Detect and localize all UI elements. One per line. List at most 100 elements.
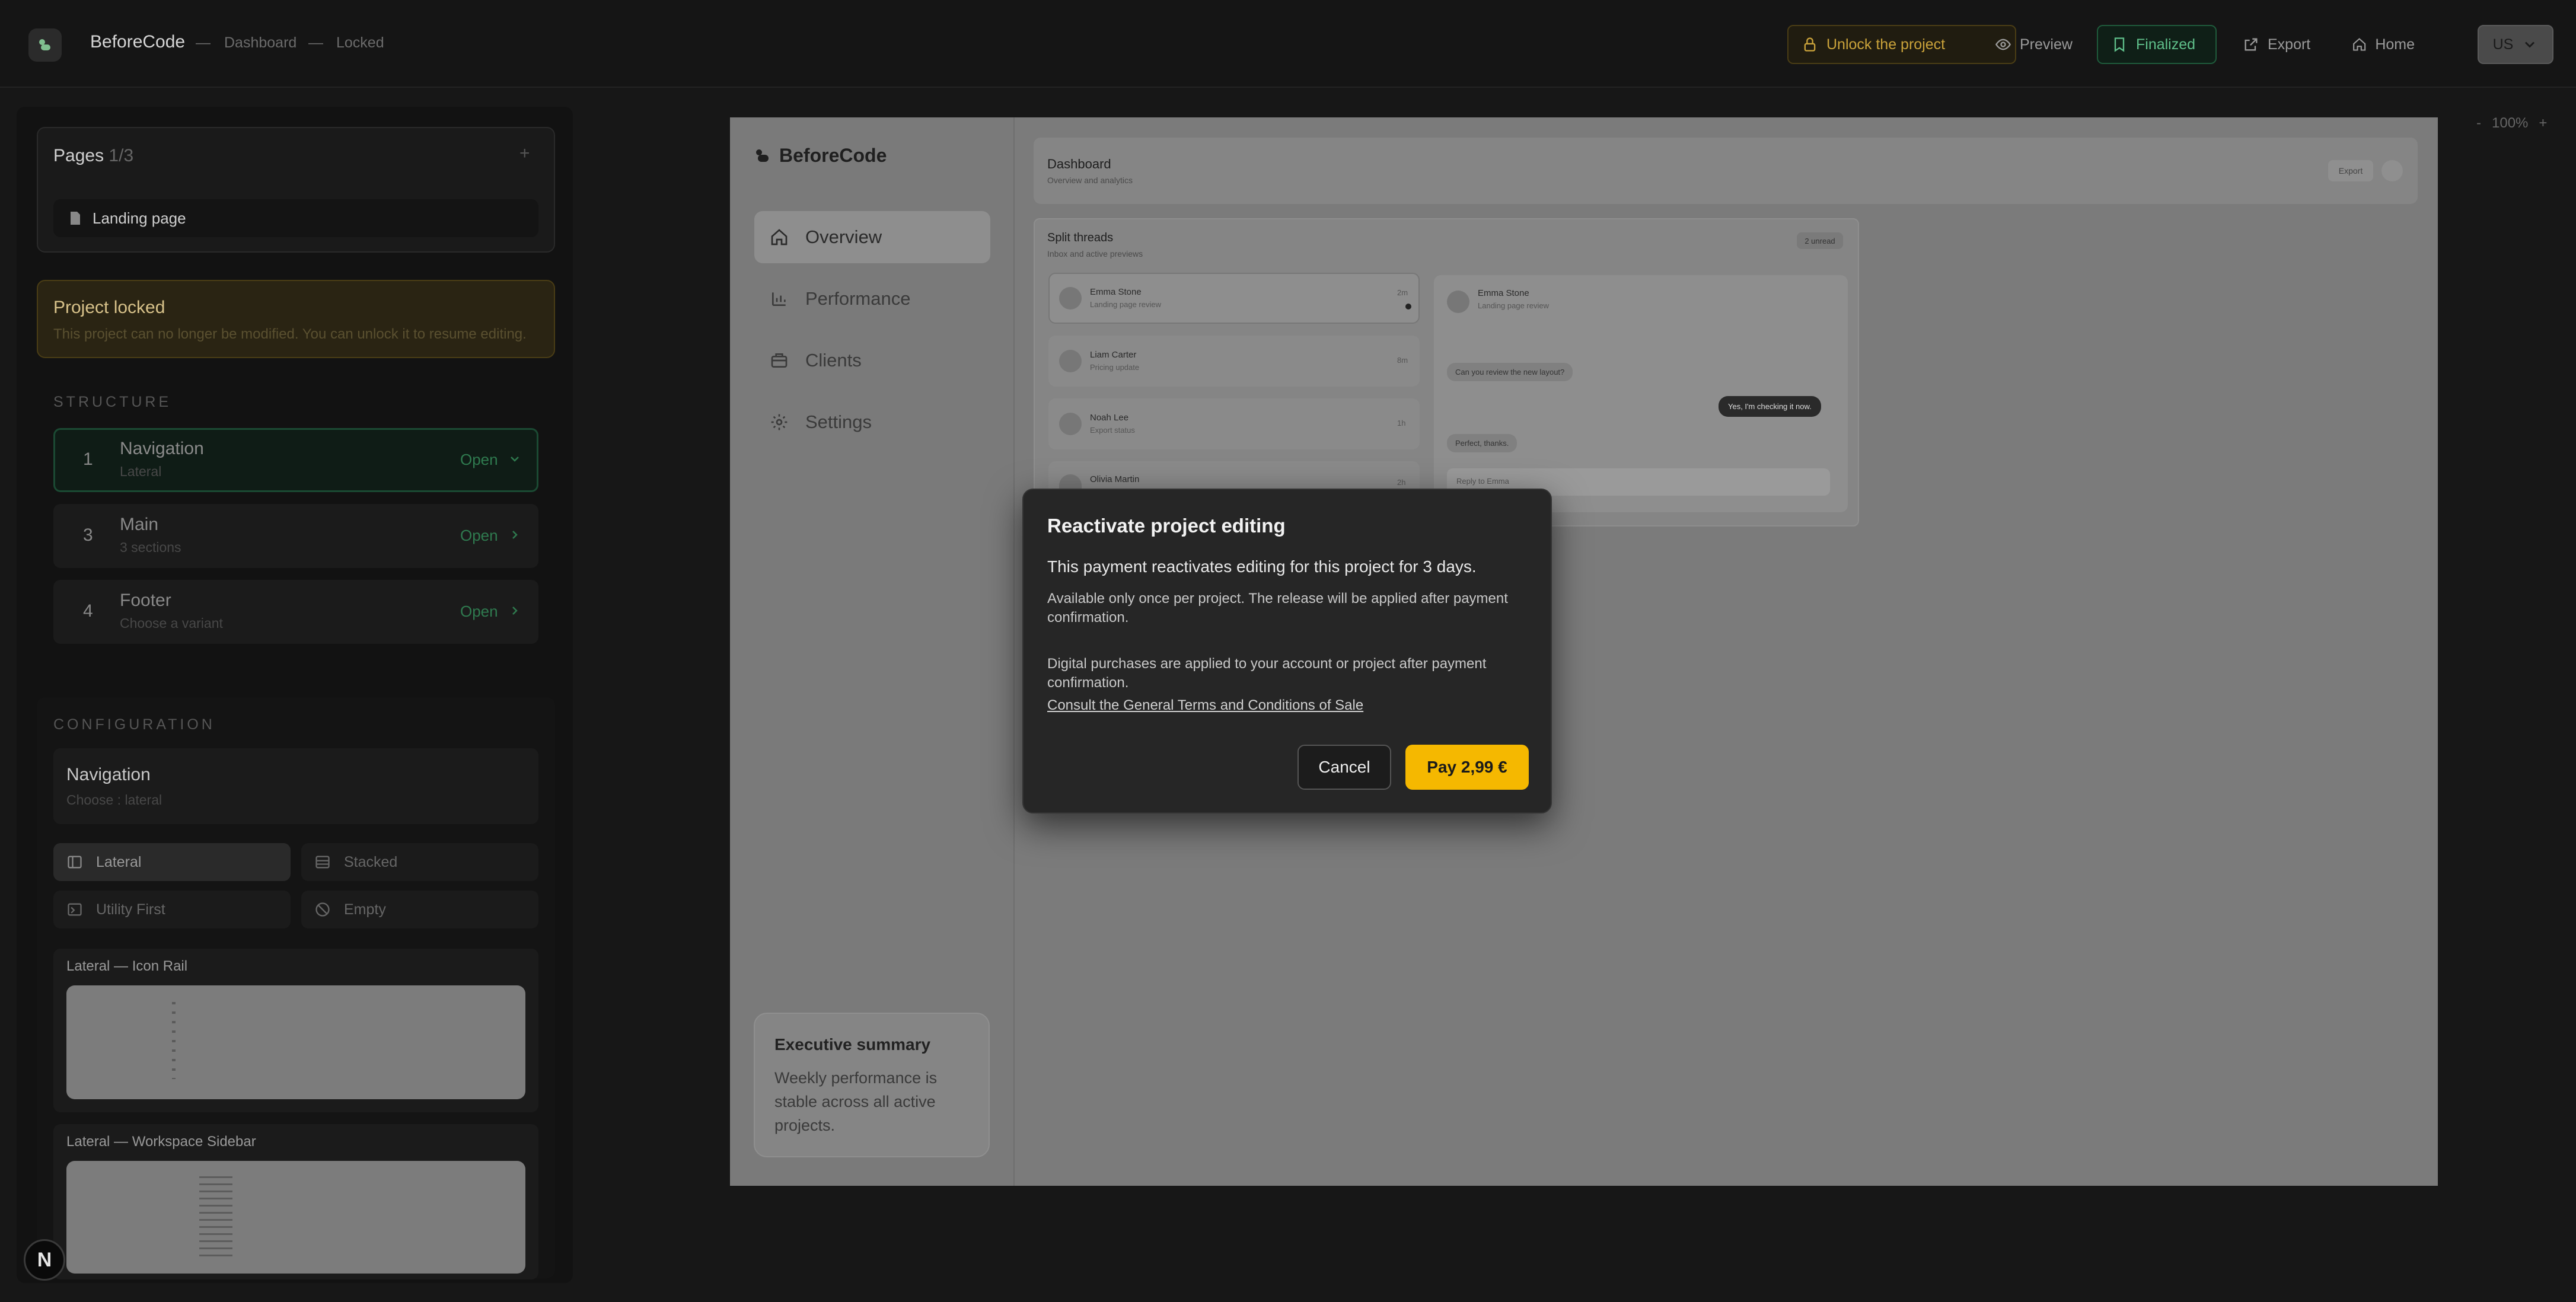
structure-open-link[interactable]: Open [460, 451, 498, 469]
dashboard-export-button[interactable]: Export [2328, 160, 2373, 181]
chat-message-incoming: Perfect, thanks. [1447, 434, 1517, 452]
modal-paragraph: Available only once per project. The rel… [1047, 591, 1508, 626]
thread-name: Emma Stone [1090, 287, 1142, 297]
preview-nav-settings[interactable]: Settings [754, 396, 990, 448]
logo-icon [39, 39, 50, 50]
breadcrumb-locked: Locked [336, 34, 384, 51]
add-page-button[interactable]: + [519, 143, 530, 164]
modal-paragraph: Digital purchases are applied to your ac… [1047, 656, 1487, 691]
structure-open-link[interactable]: Open [460, 526, 498, 545]
structure-num: 3 [83, 525, 93, 545]
zoom-in-button[interactable]: + [2539, 115, 2547, 132]
variant-preview-thumbnail [66, 1161, 525, 1274]
language-select[interactable]: US [2478, 25, 2553, 64]
app-logo[interactable] [28, 28, 62, 62]
dashboard-title: Dashboard [1047, 157, 1111, 171]
lock-icon [1804, 37, 1816, 52]
configuration-label: CONFIGURATION [53, 716, 215, 733]
option-label: Utility First [96, 901, 165, 918]
sidebar-layout-icon [68, 856, 82, 869]
structure-title: Main [120, 515, 159, 534]
export-button[interactable]: Export [2230, 25, 2329, 64]
unread-badge: 2 unread [1797, 232, 1843, 249]
bookmark-icon [2114, 37, 2125, 52]
breadcrumb-dashboard[interactable]: Dashboard [224, 34, 297, 52]
config-sub: Choose : lateral [66, 792, 162, 808]
eye-icon [1995, 39, 2011, 50]
option-label: Empty [344, 901, 386, 918]
option-stacked[interactable]: Stacked [301, 843, 538, 881]
dashboard-avatar[interactable] [2381, 160, 2403, 181]
export-label: Export [2268, 36, 2311, 53]
cancel-button[interactable]: Cancel [1297, 745, 1391, 790]
home-icon [2353, 38, 2366, 51]
assistant-fab[interactable]: N [24, 1239, 65, 1281]
preview-nav-performance[interactable]: Performance [754, 273, 990, 325]
avatar [1059, 413, 1082, 435]
finalized-button[interactable]: Finalized [2097, 25, 2217, 64]
pay-button[interactable]: Pay 2,99 € [1405, 745, 1529, 790]
home-button[interactable]: Home [2339, 25, 2428, 64]
preview-nav-clients[interactable]: Clients [754, 334, 990, 387]
preview-brand-name: BeforeCode [779, 145, 887, 166]
structure-sub: Choose a variant [120, 615, 223, 631]
preview-dashboard-header [1034, 138, 2418, 204]
chat-sub: Landing page review [1478, 301, 1549, 310]
option-label: Lateral [96, 853, 142, 870]
avatar [1059, 350, 1082, 372]
utility-layout-icon [68, 903, 82, 916]
thread-time: 2h [1397, 478, 1406, 487]
preview-nav-overview[interactable]: Overview [754, 211, 990, 263]
thread-sub: Pricing update [1090, 363, 1140, 372]
locked-title: Project locked [53, 298, 165, 317]
terms-link[interactable]: Consult the General Terms and Conditions… [1047, 697, 1363, 714]
page-item-landing[interactable]: Landing page [53, 199, 538, 237]
option-utility-first[interactable]: Utility First [53, 891, 291, 928]
unlock-project-label: Unlock the project [1826, 36, 1946, 53]
language-value: US [2492, 36, 2514, 53]
pages-title: Pages 1/3 [53, 146, 134, 165]
thread-item[interactable] [1048, 273, 1420, 324]
thread-time: 2m [1397, 288, 1408, 297]
modal-lead: This payment reactivates editing for thi… [1047, 557, 1477, 576]
structure-num: 4 [83, 601, 93, 621]
summary-text: Weekly performance is stable across all … [774, 1069, 938, 1134]
zoom-control: - 100% + [2476, 115, 2547, 132]
thread-time: 8m [1397, 356, 1408, 365]
chat-name: Emma Stone [1478, 288, 1529, 298]
chevron-down-icon [2525, 42, 2535, 48]
nav-label: Performance [805, 288, 911, 309]
thread-sub: Export status [1090, 426, 1135, 435]
finalized-label: Finalized [2136, 36, 2196, 53]
thread-name: Noah Lee [1090, 413, 1129, 423]
threads-sub: Inbox and active previews [1047, 249, 1143, 259]
pages-count: 1/3 [109, 146, 134, 165]
zoom-out-button[interactable]: - [2476, 115, 2481, 132]
option-empty[interactable]: Empty [301, 891, 538, 928]
thread-item[interactable] [1048, 336, 1420, 387]
thread-sub: Landing page review [1090, 300, 1161, 309]
page-item-label: Landing page [93, 209, 186, 227]
chevron-down-icon [511, 457, 519, 462]
preview-button[interactable]: Preview [1982, 25, 2089, 64]
thread-item[interactable] [1048, 398, 1420, 449]
home-label: Home [2375, 36, 2415, 53]
bar-chart-icon [772, 292, 786, 306]
structure-sub: Lateral [120, 464, 162, 479]
config-title: Navigation [66, 765, 151, 784]
variant-title: Lateral — Workspace Sidebar [66, 1134, 256, 1150]
icon-rail-dots [172, 1002, 176, 1079]
breadcrumb-separator: — [196, 34, 211, 51]
structure-num: 1 [83, 449, 93, 469]
structure-title: Footer [120, 591, 171, 610]
locked-text: This project can no longer be modified. … [53, 326, 527, 342]
chevron-right-icon [512, 531, 518, 539]
breadcrumb-separator: — [308, 34, 323, 51]
gear-icon [771, 414, 788, 430]
project-locked-notice [37, 280, 555, 358]
option-lateral[interactable]: Lateral [53, 843, 291, 881]
thread-time: 1h [1397, 419, 1406, 427]
config-navigation-header [53, 748, 538, 824]
structure-open-link[interactable]: Open [460, 602, 498, 621]
chat-message-incoming: Can you review the new layout? [1447, 363, 1573, 381]
